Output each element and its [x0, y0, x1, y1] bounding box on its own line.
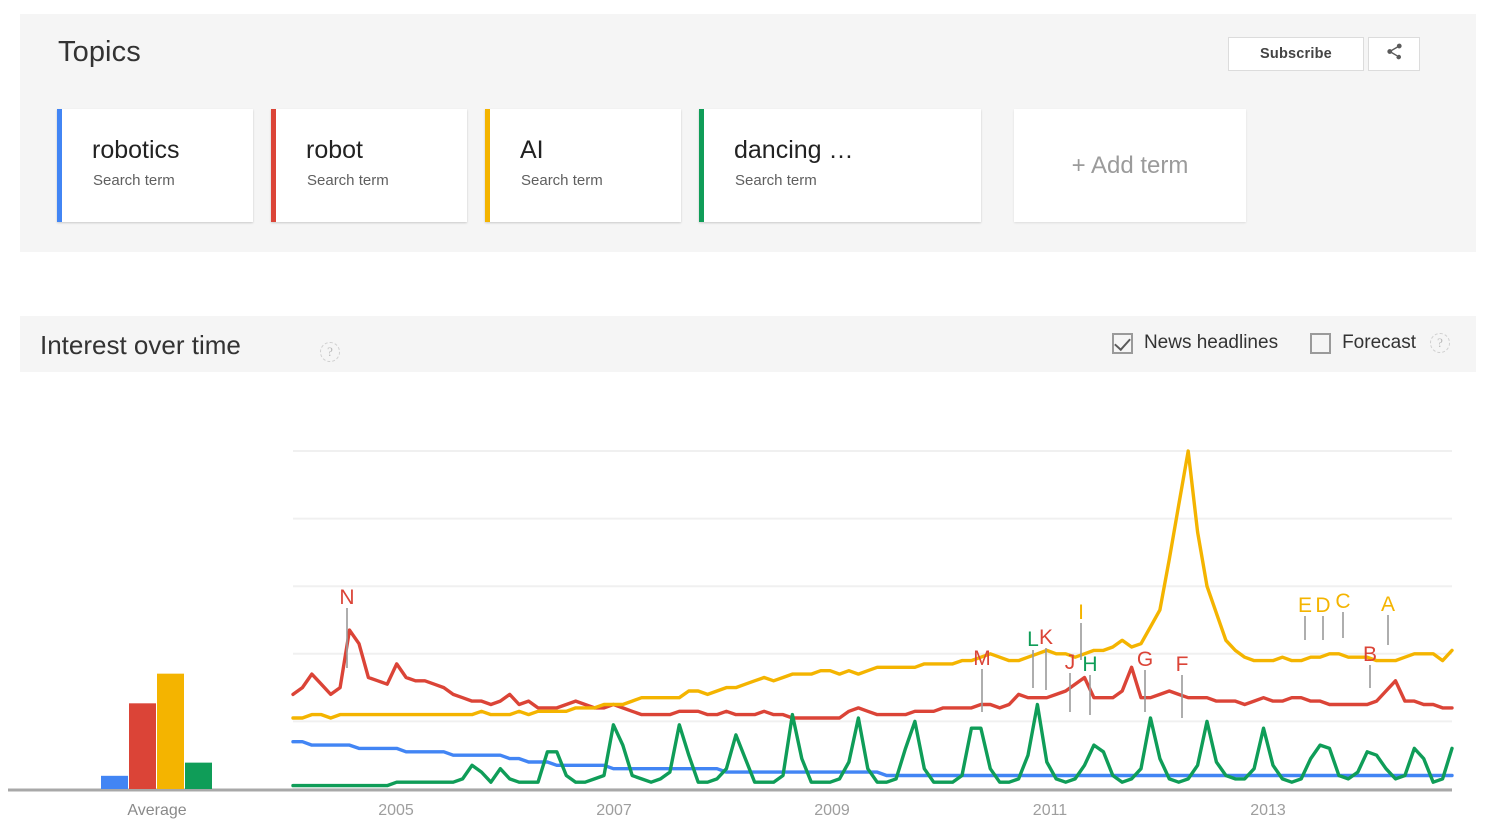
- series-line-dancing: [291, 702, 1454, 788]
- news-marker-label-C: C: [1335, 590, 1350, 613]
- term-accent-robot: [271, 109, 276, 222]
- news-marker-label-B: B: [1363, 643, 1377, 666]
- chart-canvas[interactable]: Average 2005 2007 2009 2011 2013 N M L KJ I H G F E D C B…: [0, 398, 1496, 838]
- term-card-robot[interactable]: robot Search term: [271, 109, 467, 222]
- news-headlines-toggle[interactable]: News headlines: [1111, 332, 1279, 354]
- share-button[interactable]: [1368, 37, 1420, 71]
- term-card-dancing[interactable]: dancing … Search term: [699, 109, 981, 222]
- term-label: AI: [520, 136, 544, 164]
- help-icon[interactable]: ?: [320, 342, 340, 362]
- topics-panel: Topics Subscribe robotics Search term ro…: [20, 14, 1476, 252]
- average-bar-0: [101, 775, 128, 789]
- section-title: Interest over time: [40, 330, 241, 360]
- share-icon: [1385, 42, 1404, 66]
- forecast-toggle[interactable]: Forecast: [1310, 332, 1416, 354]
- series-line-robot: [291, 628, 1454, 720]
- news-marker-label-F: F: [1176, 653, 1189, 676]
- average-bar-1: [129, 703, 156, 789]
- term-accent-ai: [485, 109, 490, 222]
- term-card-ai[interactable]: AI Search term: [485, 109, 681, 222]
- interest-chart[interactable]: Average 2005 2007 2009 2011 2013 N M L K J I H G F E D C B…: [0, 398, 1496, 838]
- chart-options: News headlines Forecast ?: [1111, 332, 1450, 354]
- series-line-AI: [291, 449, 1454, 720]
- news-headlines-checkbox[interactable]: [1111, 332, 1133, 354]
- news-marker-label-K: K: [1039, 626, 1053, 649]
- x-axis-tick-label: 2013: [1250, 802, 1286, 819]
- news-marker-label-M: M: [973, 647, 991, 670]
- average-bar-2: [157, 673, 184, 789]
- average-axis-label: Average: [127, 802, 186, 819]
- average-bar-3: [185, 762, 212, 789]
- interest-over-time-header: Interest over time ? News headlines Fore…: [20, 316, 1476, 372]
- news-marker-label-N: N: [339, 586, 354, 609]
- google-trends-page: Topics Subscribe robotics Search term ro…: [0, 0, 1496, 838]
- news-marker-label-I: I: [1078, 601, 1084, 624]
- term-accent-dancing: [699, 109, 704, 222]
- news-marker-label-A: A: [1381, 593, 1395, 616]
- term-label: dancing …: [734, 136, 854, 164]
- news-marker-label-J: J: [1065, 651, 1076, 674]
- term-label: robotics: [92, 136, 180, 164]
- news-marker-label-D: D: [1315, 594, 1330, 617]
- news-marker-label-G: G: [1137, 648, 1153, 671]
- news-headlines-label: News headlines: [1143, 332, 1279, 353]
- term-sublabel: Search term: [307, 172, 389, 189]
- page-title: Topics: [58, 36, 141, 68]
- term-card-robotics[interactable]: robotics Search term: [57, 109, 253, 222]
- term-accent-robotics: [57, 109, 62, 222]
- add-term-button[interactable]: + Add term: [1014, 109, 1246, 222]
- forecast-checkbox[interactable]: [1310, 332, 1332, 354]
- subscribe-button[interactable]: Subscribe: [1228, 37, 1364, 71]
- news-marker-label-L: L: [1027, 628, 1039, 651]
- news-marker-label-H: H: [1082, 653, 1097, 676]
- x-axis-tick-label: 2007: [596, 802, 632, 819]
- term-cards: robotics Search term robot Search term A…: [57, 109, 1246, 222]
- term-sublabel: Search term: [521, 172, 603, 189]
- news-marker-label-E: E: [1298, 594, 1312, 617]
- forecast-help-icon[interactable]: ?: [1430, 333, 1450, 353]
- x-axis-tick-label: 2009: [814, 802, 850, 819]
- x-axis-tick-label: 2005: [378, 802, 414, 819]
- x-axis-tick-label: 2011: [1033, 802, 1068, 819]
- term-label: robot: [306, 136, 363, 164]
- term-sublabel: Search term: [735, 172, 817, 189]
- forecast-label: Forecast: [1342, 332, 1416, 353]
- term-sublabel: Search term: [93, 172, 175, 189]
